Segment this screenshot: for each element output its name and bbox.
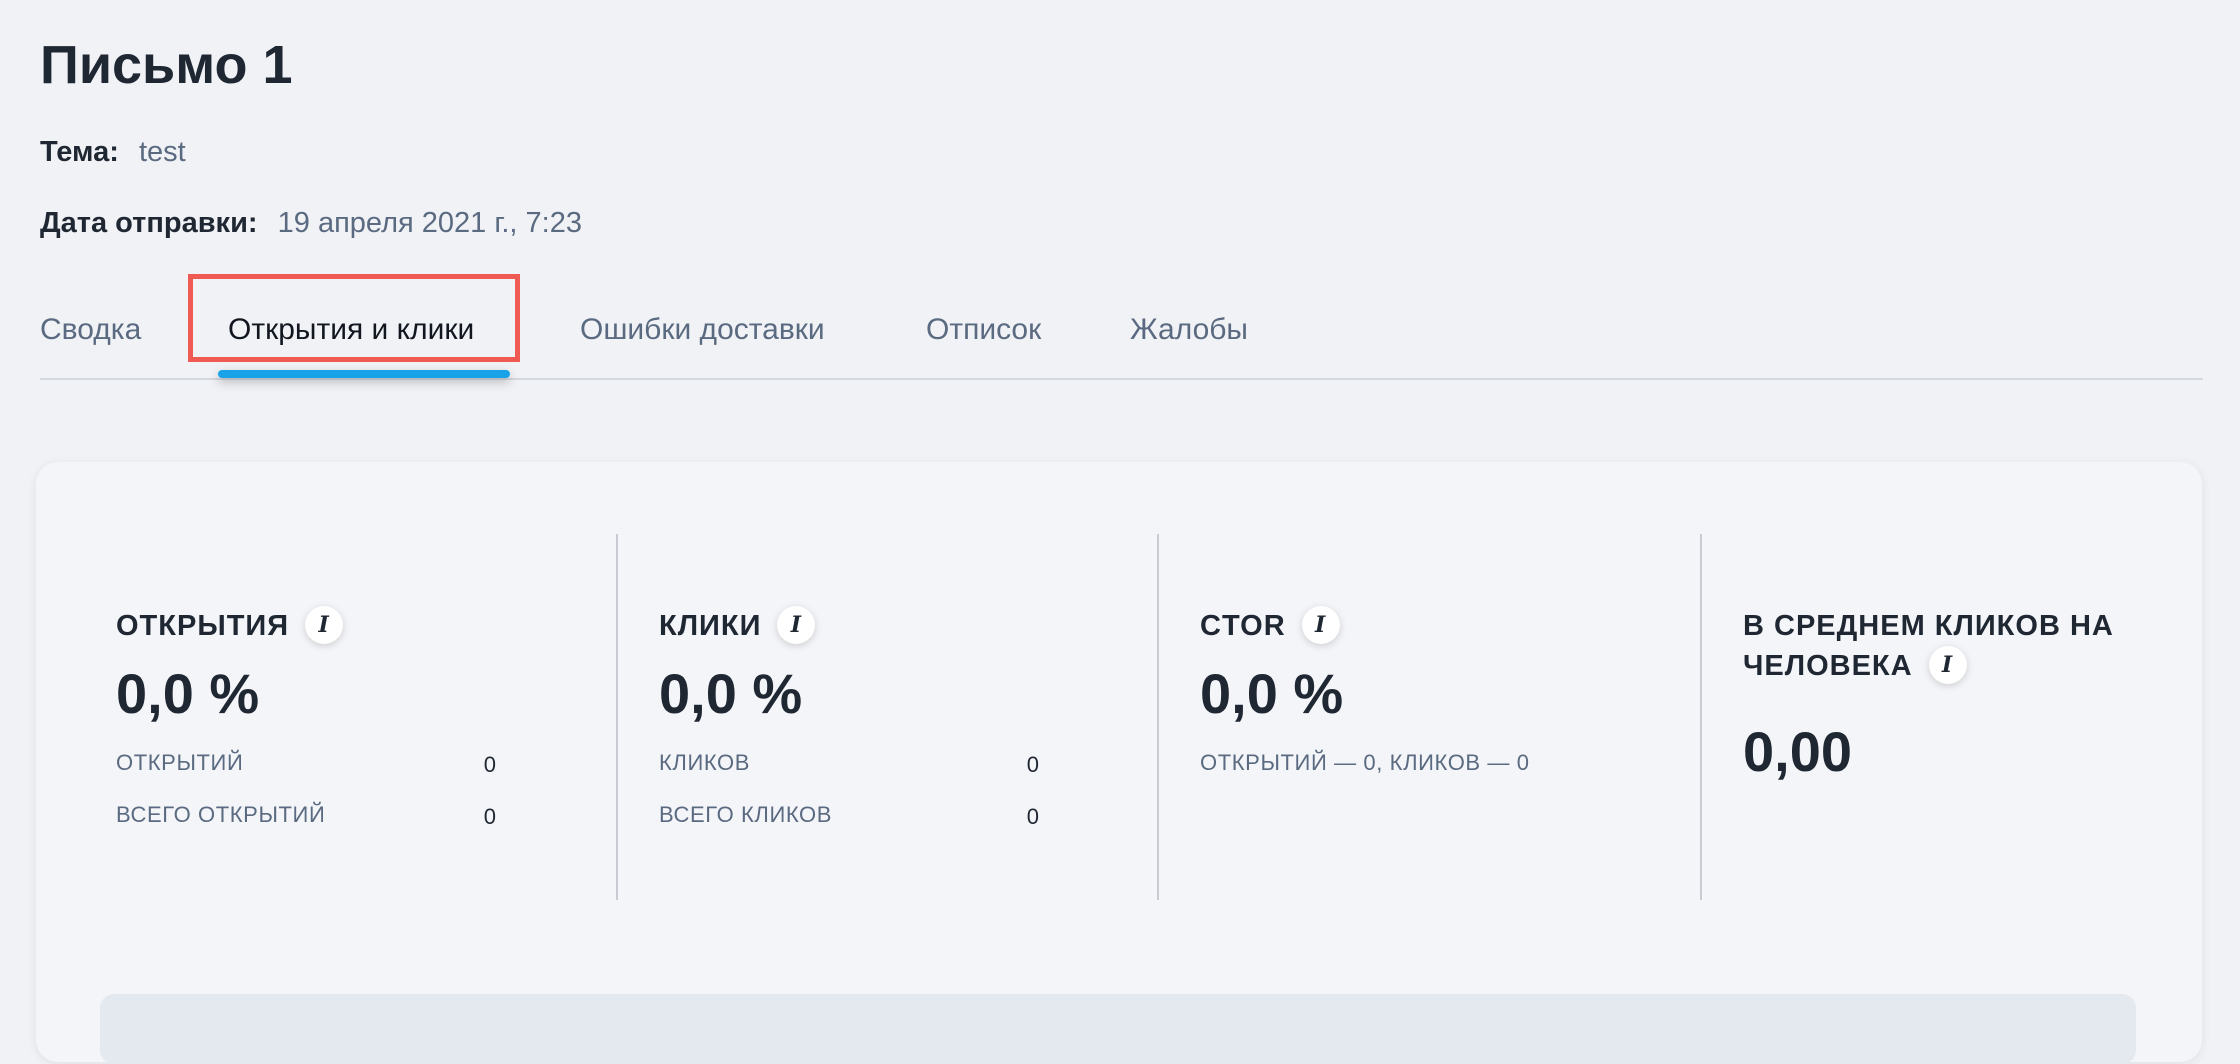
total-opens-row: ВСЕГО ОТКРЫТИЙ 0 — [116, 799, 496, 831]
email-report-page: Письмо 1 Тема: test Дата отправки: 19 ап… — [36, 0, 2203, 1064]
info-icon[interactable]: i — [305, 606, 344, 645]
total-opens-value: 0 — [483, 804, 496, 829]
clicks-stat-title: КЛИКИ i — [659, 606, 816, 646]
subject-line: Тема: test — [40, 132, 186, 172]
average-clicks-value: 0,00 — [1743, 720, 1852, 783]
opens-title-text: ОТКРЫТИЯ — [116, 610, 290, 642]
opens-count-row: ОТКРЫТИЙ 0 — [116, 747, 496, 779]
opens-clicks-stats-card: ОТКРЫТИЯ i 0,0 % ОТКРЫТИЙ 0 ВСЕГО ОТКРЫТИ… — [36, 462, 2202, 1064]
clicks-count-value: 0 — [1026, 752, 1039, 777]
details-panel — [100, 994, 2136, 1064]
stat-divider — [1157, 534, 1159, 900]
report-tabs: Сводка Открытия и клики Ошибки доставки … — [40, 274, 2203, 380]
ctor-percentage: 0,0 % — [1200, 662, 1344, 725]
average-clicks-stat-title: В СРЕДНЕМ КЛИКОВ НА ЧЕЛОВЕКА i — [1743, 606, 2123, 686]
opens-count-value: 0 — [483, 752, 496, 777]
ctor-stat-title: CTOR i — [1200, 606, 1340, 646]
tab-unsubscribes[interactable]: Отписок — [926, 306, 1041, 354]
page-title: Письмо 1 — [40, 35, 293, 95]
clicks-stat: КЛИКИ i 0,0 % КЛИКОВ 0 ВСЕГО КЛИКОВ 0 — [659, 534, 1121, 900]
tab-complaints[interactable]: Жалобы — [1130, 306, 1248, 354]
tab-opens-and-clicks[interactable]: Открытия и клики — [228, 306, 474, 354]
ctor-title-text: CTOR — [1200, 610, 1286, 642]
average-clicks-title-text: В СРЕДНЕМ КЛИКОВ НА ЧЕЛОВЕКА — [1743, 610, 2114, 682]
subject-value: test — [138, 136, 186, 168]
stat-divider — [1700, 534, 1702, 900]
total-clicks-label: ВСЕГО КЛИКОВ — [659, 802, 833, 827]
stat-divider — [616, 534, 618, 900]
tab-delivery-errors[interactable]: Ошибки доставки — [580, 306, 825, 354]
ctor-summary: ОТКРЫТИЙ — 0, КЛИКОВ — 0 — [1200, 750, 1530, 775]
average-clicks-stat: В СРЕДНЕМ КЛИКОВ НА ЧЕЛОВЕКА i 0,00 — [1743, 534, 2143, 900]
send-date-line: Дата отправки: 19 апреля 2021 г., 7:23 — [40, 203, 582, 243]
opens-percentage: 0,0 % — [116, 662, 260, 725]
send-date-label: Дата отправки: — [40, 207, 258, 239]
info-icon[interactable]: i — [777, 606, 816, 645]
clicks-count-row: КЛИКОВ 0 — [659, 747, 1039, 779]
info-icon[interactable]: i — [1928, 646, 1967, 685]
subject-label: Тема: — [40, 136, 119, 168]
opens-stat-title: ОТКРЫТИЯ i — [116, 606, 344, 646]
active-tab-underline — [218, 370, 510, 378]
total-clicks-value: 0 — [1026, 804, 1039, 829]
clicks-title-text: КЛИКИ — [659, 610, 762, 642]
send-date-value: 19 апреля 2021 г., 7:23 — [277, 207, 582, 239]
clicks-percentage: 0,0 % — [659, 662, 803, 725]
clicks-count-label: КЛИКОВ — [659, 750, 751, 775]
ctor-stat: CTOR i 0,0 % ОТКРЫТИЙ — 0, КЛИКОВ — 0 — [1200, 534, 1662, 900]
total-opens-label: ВСЕГО ОТКРЫТИЙ — [116, 802, 326, 827]
opens-stat: ОТКРЫТИЯ i 0,0 % ОТКРЫТИЙ 0 ВСЕГО ОТКРЫТИ… — [116, 534, 578, 900]
total-clicks-row: ВСЕГО КЛИКОВ 0 — [659, 799, 1039, 831]
info-icon[interactable]: i — [1301, 606, 1340, 645]
opens-count-label: ОТКРЫТИЙ — [116, 750, 244, 775]
tab-summary[interactable]: Сводка — [40, 306, 141, 354]
